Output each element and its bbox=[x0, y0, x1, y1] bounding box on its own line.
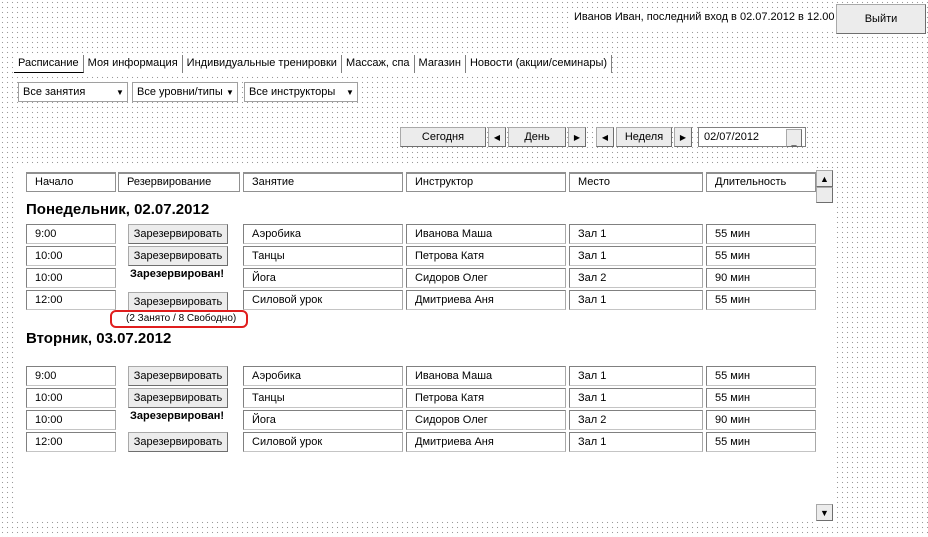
start-time: 10:00 bbox=[26, 268, 116, 288]
reserve-button[interactable]: Зарезервировать bbox=[128, 292, 228, 312]
logout-button[interactable]: Выйти bbox=[836, 4, 926, 34]
arrow-right-icon: ▶ bbox=[679, 132, 687, 142]
column-header-start: Начало bbox=[26, 172, 116, 192]
date-picker[interactable]: 02/07/2012 _ bbox=[698, 127, 806, 147]
arrow-down-icon: ▼ bbox=[820, 507, 829, 518]
column-header-duration: Длительность bbox=[706, 172, 816, 192]
instructor-name: Дмитриева Аня bbox=[406, 432, 566, 452]
instructor-name: Петрова Катя bbox=[406, 388, 566, 408]
reserve-button[interactable]: Зарезервировать bbox=[128, 246, 228, 266]
reserve-button[interactable]: Зарезервировать bbox=[128, 388, 228, 408]
tab-news[interactable]: Новости (акции/семинары) bbox=[466, 55, 613, 73]
date-dropdown-button[interactable]: _ bbox=[786, 129, 802, 147]
class-name: Силовой урок bbox=[243, 432, 403, 452]
column-header-reservation: Резервирование bbox=[118, 172, 240, 192]
start-time: 10:00 bbox=[26, 246, 116, 266]
class-name: Силовой урок bbox=[243, 290, 403, 310]
reserve-button[interactable]: Зарезервировать bbox=[128, 432, 228, 452]
chevron-down-icon[interactable]: ▼ bbox=[113, 88, 127, 97]
duration: 55 мин bbox=[706, 290, 816, 310]
level-filter-select[interactable]: Все уровни/типы ▼ bbox=[132, 82, 238, 102]
place: Зал 2 bbox=[569, 410, 703, 430]
class-name: Йога bbox=[243, 410, 403, 430]
arrow-up-icon: ▲ bbox=[820, 173, 829, 184]
class-name: Танцы bbox=[243, 388, 403, 408]
vertical-scrollbar[interactable]: ▲ ▼ bbox=[816, 170, 833, 525]
day-title: Вторник, 03.07.2012 bbox=[26, 330, 172, 347]
column-header-place: Место bbox=[569, 172, 703, 192]
class-filter-value: Все занятия bbox=[23, 86, 86, 98]
instructor-filter-select[interactable]: Все инструкторы ▼ bbox=[244, 82, 358, 102]
class-name: Йога bbox=[243, 268, 403, 288]
day-label: День bbox=[508, 127, 566, 147]
chevron-down-icon[interactable]: ▼ bbox=[343, 88, 357, 97]
scroll-down-button[interactable]: ▼ bbox=[816, 504, 833, 521]
instructor-name: Петрова Катя bbox=[406, 246, 566, 266]
tab-bar: Расписание Моя информация Индивидуальные… bbox=[14, 55, 613, 73]
duration: 55 мин bbox=[706, 388, 816, 408]
arrow-left-icon: ◀ bbox=[601, 132, 609, 142]
day-title: Понедельник, 02.07.2012 bbox=[26, 201, 210, 218]
week-label: Неделя bbox=[616, 127, 672, 147]
scroll-thumb[interactable] bbox=[816, 187, 833, 203]
instructor-name: Сидоров Олег bbox=[406, 410, 566, 430]
duration: 90 мин bbox=[706, 410, 816, 430]
place: Зал 1 bbox=[569, 432, 703, 452]
start-time: 12:00 bbox=[26, 290, 116, 310]
tab-my-info[interactable]: Моя информация bbox=[84, 55, 183, 73]
reserved-status: Зарезервирован! bbox=[130, 410, 225, 422]
place: Зал 2 bbox=[569, 268, 703, 288]
column-header-instructor: Инструктор bbox=[406, 172, 566, 192]
place: Зал 1 bbox=[569, 366, 703, 386]
start-time: 10:00 bbox=[26, 410, 116, 430]
today-button[interactable]: Сегодня bbox=[400, 127, 486, 147]
arrow-left-icon: ◀ bbox=[493, 132, 501, 142]
place: Зал 1 bbox=[569, 388, 703, 408]
instructor-name: Сидоров Олег bbox=[406, 268, 566, 288]
tab-schedule[interactable]: Расписание bbox=[14, 55, 84, 73]
instructor-name: Дмитриева Аня bbox=[406, 290, 566, 310]
start-time: 9:00 bbox=[26, 366, 116, 386]
prev-week-button[interactable]: ◀ bbox=[596, 127, 614, 147]
scroll-up-button[interactable]: ▲ bbox=[816, 170, 833, 187]
schedule-panel: Начало Резервирование Занятие Инструктор… bbox=[16, 165, 816, 520]
reserved-status: Зарезервирован! bbox=[130, 268, 225, 280]
start-time: 9:00 bbox=[26, 224, 116, 244]
start-time: 10:00 bbox=[26, 388, 116, 408]
column-header-class: Занятие bbox=[243, 172, 403, 192]
next-week-button[interactable]: ▶ bbox=[674, 127, 692, 147]
tab-massage-spa[interactable]: Массаж, спа bbox=[342, 55, 415, 73]
start-time: 12:00 bbox=[26, 432, 116, 452]
place: Зал 1 bbox=[569, 224, 703, 244]
next-day-button[interactable]: ▶ bbox=[568, 127, 586, 147]
place: Зал 1 bbox=[569, 290, 703, 310]
level-filter-value: Все уровни/типы bbox=[137, 86, 223, 98]
duration: 55 мин bbox=[706, 224, 816, 244]
tab-shop[interactable]: Магазин bbox=[415, 55, 466, 73]
tab-personal-training[interactable]: Индивидуальные тренировки bbox=[183, 55, 342, 73]
duration: 90 мин bbox=[706, 268, 816, 288]
user-info: Иванов Иван, последний вход в 02.07.2012… bbox=[570, 8, 839, 28]
duration: 55 мин bbox=[706, 432, 816, 452]
reserve-button[interactable]: Зарезервировать bbox=[128, 224, 228, 244]
class-name: Аэробика bbox=[243, 366, 403, 386]
duration: 55 мин bbox=[706, 366, 816, 386]
occupancy-text: (2 Занято / 8 Свободно) bbox=[126, 313, 237, 324]
duration: 55 мин bbox=[706, 246, 816, 266]
instructor-name: Иванова Маша bbox=[406, 366, 566, 386]
date-value: 02/07/2012 bbox=[704, 131, 760, 143]
class-name: Аэробика bbox=[243, 224, 403, 244]
arrow-right-icon: ▶ bbox=[573, 132, 581, 142]
class-filter-select[interactable]: Все занятия ▼ bbox=[18, 82, 128, 102]
reserve-button[interactable]: Зарезервировать bbox=[128, 366, 228, 386]
place: Зал 1 bbox=[569, 246, 703, 266]
instructor-filter-value: Все инструкторы bbox=[249, 86, 336, 98]
prev-day-button[interactable]: ◀ bbox=[488, 127, 506, 147]
chevron-down-icon[interactable]: ▼ bbox=[223, 88, 237, 97]
class-name: Танцы bbox=[243, 246, 403, 266]
instructor-name: Иванова Маша bbox=[406, 224, 566, 244]
